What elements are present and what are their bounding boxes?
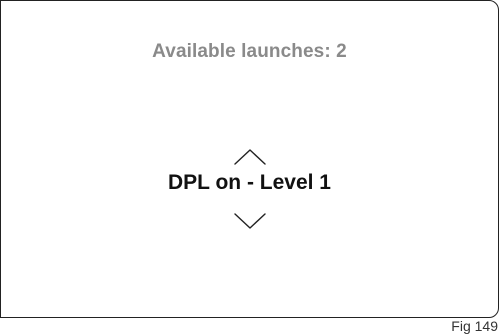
display-screen: Available launches: 2 DPL on - Level 1 [0,0,499,318]
available-launches-text: Available launches: 2 [152,41,347,62]
figure-label: Fig 149 [451,318,498,334]
selected-mode-label: DPL on - Level 1 [168,171,331,194]
chevron-up-icon[interactable] [233,147,267,167]
mode-selector: DPL on - Level 1 [1,147,498,237]
chevron-down-icon[interactable] [233,211,267,231]
